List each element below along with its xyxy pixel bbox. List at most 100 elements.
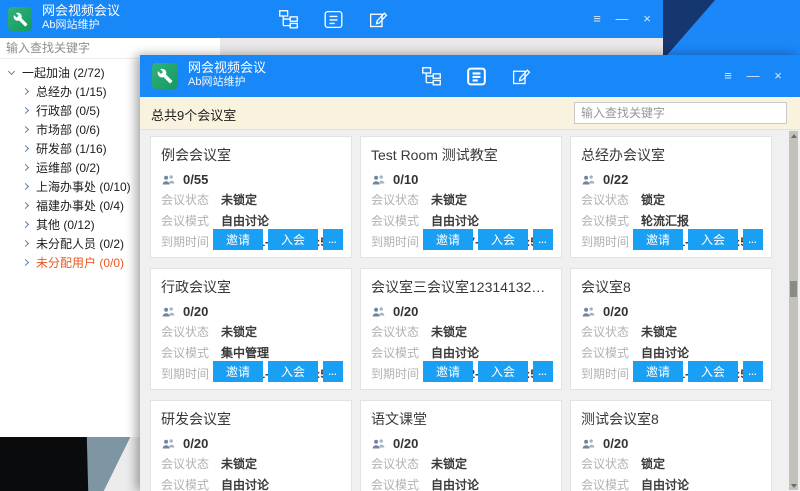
meeting-room-card: 行政会议室 0/20 会议状态 未锁定 会议模式 集中管理 到期时间 2023-… — [150, 268, 352, 390]
tree-item-label: 上海办事处 (0/10) — [36, 178, 131, 195]
member-count: 0/20 — [183, 436, 208, 451]
mode-label: 会议模式 — [581, 212, 641, 229]
status-value: 未锁定 — [221, 455, 257, 472]
meeting-room-card: 会议室三会议室123141324141三会议室 0/20 会议状态 未锁定 会议… — [360, 268, 562, 390]
mode-value: 自由讨论 — [431, 344, 479, 361]
member-count: 0/20 — [393, 436, 418, 451]
room-search — [574, 102, 787, 124]
tree-item-label: 其他 (0/12) — [36, 216, 95, 233]
room-count-summary: 总共9个会议室 — [151, 105, 236, 124]
join-button[interactable]: 入会 — [478, 229, 528, 250]
room-name: 语文课堂 — [371, 409, 551, 429]
member-count: 0/10 — [393, 172, 418, 187]
room-list-area: 例会会议室 0/55 会议状态 未锁定 会议模式 自由讨论 到期时间 2028-… — [140, 130, 800, 491]
status-label: 会议状态 — [161, 323, 221, 340]
more-button[interactable]: … — [743, 361, 763, 382]
rooms-list-icon[interactable] — [465, 65, 487, 87]
org-chart-icon[interactable] — [277, 8, 299, 30]
invite-button[interactable]: 邀请 — [423, 361, 473, 382]
scrollbar[interactable] — [789, 131, 798, 490]
tree-chevron-icon — [22, 145, 29, 152]
scrollbar-thumb[interactable] — [790, 281, 797, 297]
member-count: 0/20 — [183, 304, 208, 319]
status-label: 会议状态 — [581, 191, 641, 208]
more-button[interactable]: … — [323, 229, 343, 250]
status-value: 未锁定 — [431, 191, 467, 208]
tree-item-label: 研发部 (1/16) — [36, 140, 107, 157]
app-title: 网会视频会议 — [188, 60, 266, 76]
menu-icon[interactable]: ≡ — [589, 11, 605, 27]
close-icon[interactable]: × — [639, 11, 655, 27]
status-label: 会议状态 — [371, 455, 431, 472]
invite-button[interactable]: 邀请 — [633, 361, 683, 382]
tree-chevron-icon — [22, 107, 29, 114]
front-window-titlebar: 网会视频会议 Ab网站维护 ≡ — × — [140, 55, 800, 97]
wallpaper-blue-stripe — [663, 0, 800, 55]
summary-bar: 总共9个会议室 — [140, 97, 800, 130]
more-button[interactable]: … — [533, 229, 553, 250]
mode-label: 会议模式 — [161, 476, 221, 491]
room-search-input[interactable] — [575, 103, 786, 123]
tree-item-label: 市场部 (0/6) — [36, 121, 100, 138]
status-label: 会议状态 — [371, 191, 431, 208]
mode-value: 集中管理 — [221, 344, 269, 361]
desktop-wallpaper-bottom-left — [0, 437, 140, 491]
meeting-room-card: 测试会议室8 0/20 会议状态 锁定 会议模式 自由讨论 到期时间 2021-… — [570, 400, 772, 491]
join-button[interactable]: 入会 — [688, 229, 738, 250]
more-button[interactable]: … — [533, 361, 553, 382]
scroll-up-arrow-icon[interactable] — [789, 131, 798, 140]
room-name: 会议室三会议室123141324141三会议室 — [371, 277, 551, 297]
meeting-room-card: 语文课堂 0/20 会议状态 未锁定 会议模式 自由讨论 到期时间 2022-0… — [360, 400, 562, 491]
tree-item-label: 总经办 (1/15) — [36, 83, 107, 100]
status-label: 会议状态 — [161, 191, 221, 208]
scroll-down-arrow-icon[interactable] — [789, 481, 798, 490]
back-window-titlebar: 网会视频会议 Ab网站维护 ≡ — × — [0, 0, 663, 38]
tree-item-label: 未分配用户 (0/0) — [36, 254, 124, 271]
more-button[interactable]: … — [323, 361, 343, 382]
app-subtitle: Ab网站维护 — [188, 76, 266, 90]
tree-chevron-icon — [22, 259, 29, 266]
org-chart-icon[interactable] — [420, 65, 442, 87]
meeting-room-card: 会议室8 0/20 会议状态 未锁定 会议模式 自由讨论 到期时间 2022-0… — [570, 268, 772, 390]
members-icon — [371, 438, 386, 450]
room-name: 行政会议室 — [161, 277, 341, 297]
join-button[interactable]: 入会 — [688, 361, 738, 382]
invite-button[interactable]: 邀请 — [423, 229, 473, 250]
status-value: 锁定 — [641, 455, 665, 472]
tree-item-label: 一起加油 (2/72) — [22, 64, 105, 81]
app-title: 网会视频会议 — [42, 3, 120, 19]
member-count: 0/55 — [183, 172, 208, 187]
minimize-icon[interactable]: — — [745, 68, 761, 84]
mode-value: 自由讨论 — [221, 212, 269, 229]
tree-chevron-icon — [22, 126, 29, 133]
app-logo-wrench-icon — [152, 63, 178, 89]
app-subtitle: Ab网站维护 — [42, 19, 120, 33]
mode-label: 会议模式 — [581, 476, 641, 491]
edit-icon[interactable] — [367, 8, 389, 30]
mode-value: 自由讨论 — [641, 344, 689, 361]
mode-label: 会议模式 — [161, 344, 221, 361]
room-name: 测试会议室8 — [581, 409, 761, 429]
room-name: Test Room 测试教室 — [371, 145, 551, 165]
close-icon[interactable]: × — [770, 68, 786, 84]
join-button[interactable]: 入会 — [478, 361, 528, 382]
invite-button[interactable]: 邀请 — [633, 229, 683, 250]
member-count: 0/20 — [393, 304, 418, 319]
minimize-icon[interactable]: — — [614, 11, 630, 27]
menu-icon[interactable]: ≡ — [720, 68, 736, 84]
mode-value: 自由讨论 — [431, 212, 479, 229]
join-button[interactable]: 入会 — [268, 229, 318, 250]
more-button[interactable]: … — [743, 229, 763, 250]
member-count: 0/20 — [603, 304, 628, 319]
status-value: 未锁定 — [641, 323, 677, 340]
room-name: 总经办会议室 — [581, 145, 761, 165]
mode-label: 会议模式 — [371, 344, 431, 361]
invite-button[interactable]: 邀请 — [213, 229, 263, 250]
rooms-list-icon[interactable] — [322, 8, 344, 30]
room-name: 会议室8 — [581, 277, 761, 297]
join-button[interactable]: 入会 — [268, 361, 318, 382]
mode-value: 自由讨论 — [431, 476, 479, 491]
invite-button[interactable]: 邀请 — [213, 361, 263, 382]
edit-icon[interactable] — [510, 65, 532, 87]
tree-item-label: 未分配人员 (0/2) — [36, 235, 124, 252]
